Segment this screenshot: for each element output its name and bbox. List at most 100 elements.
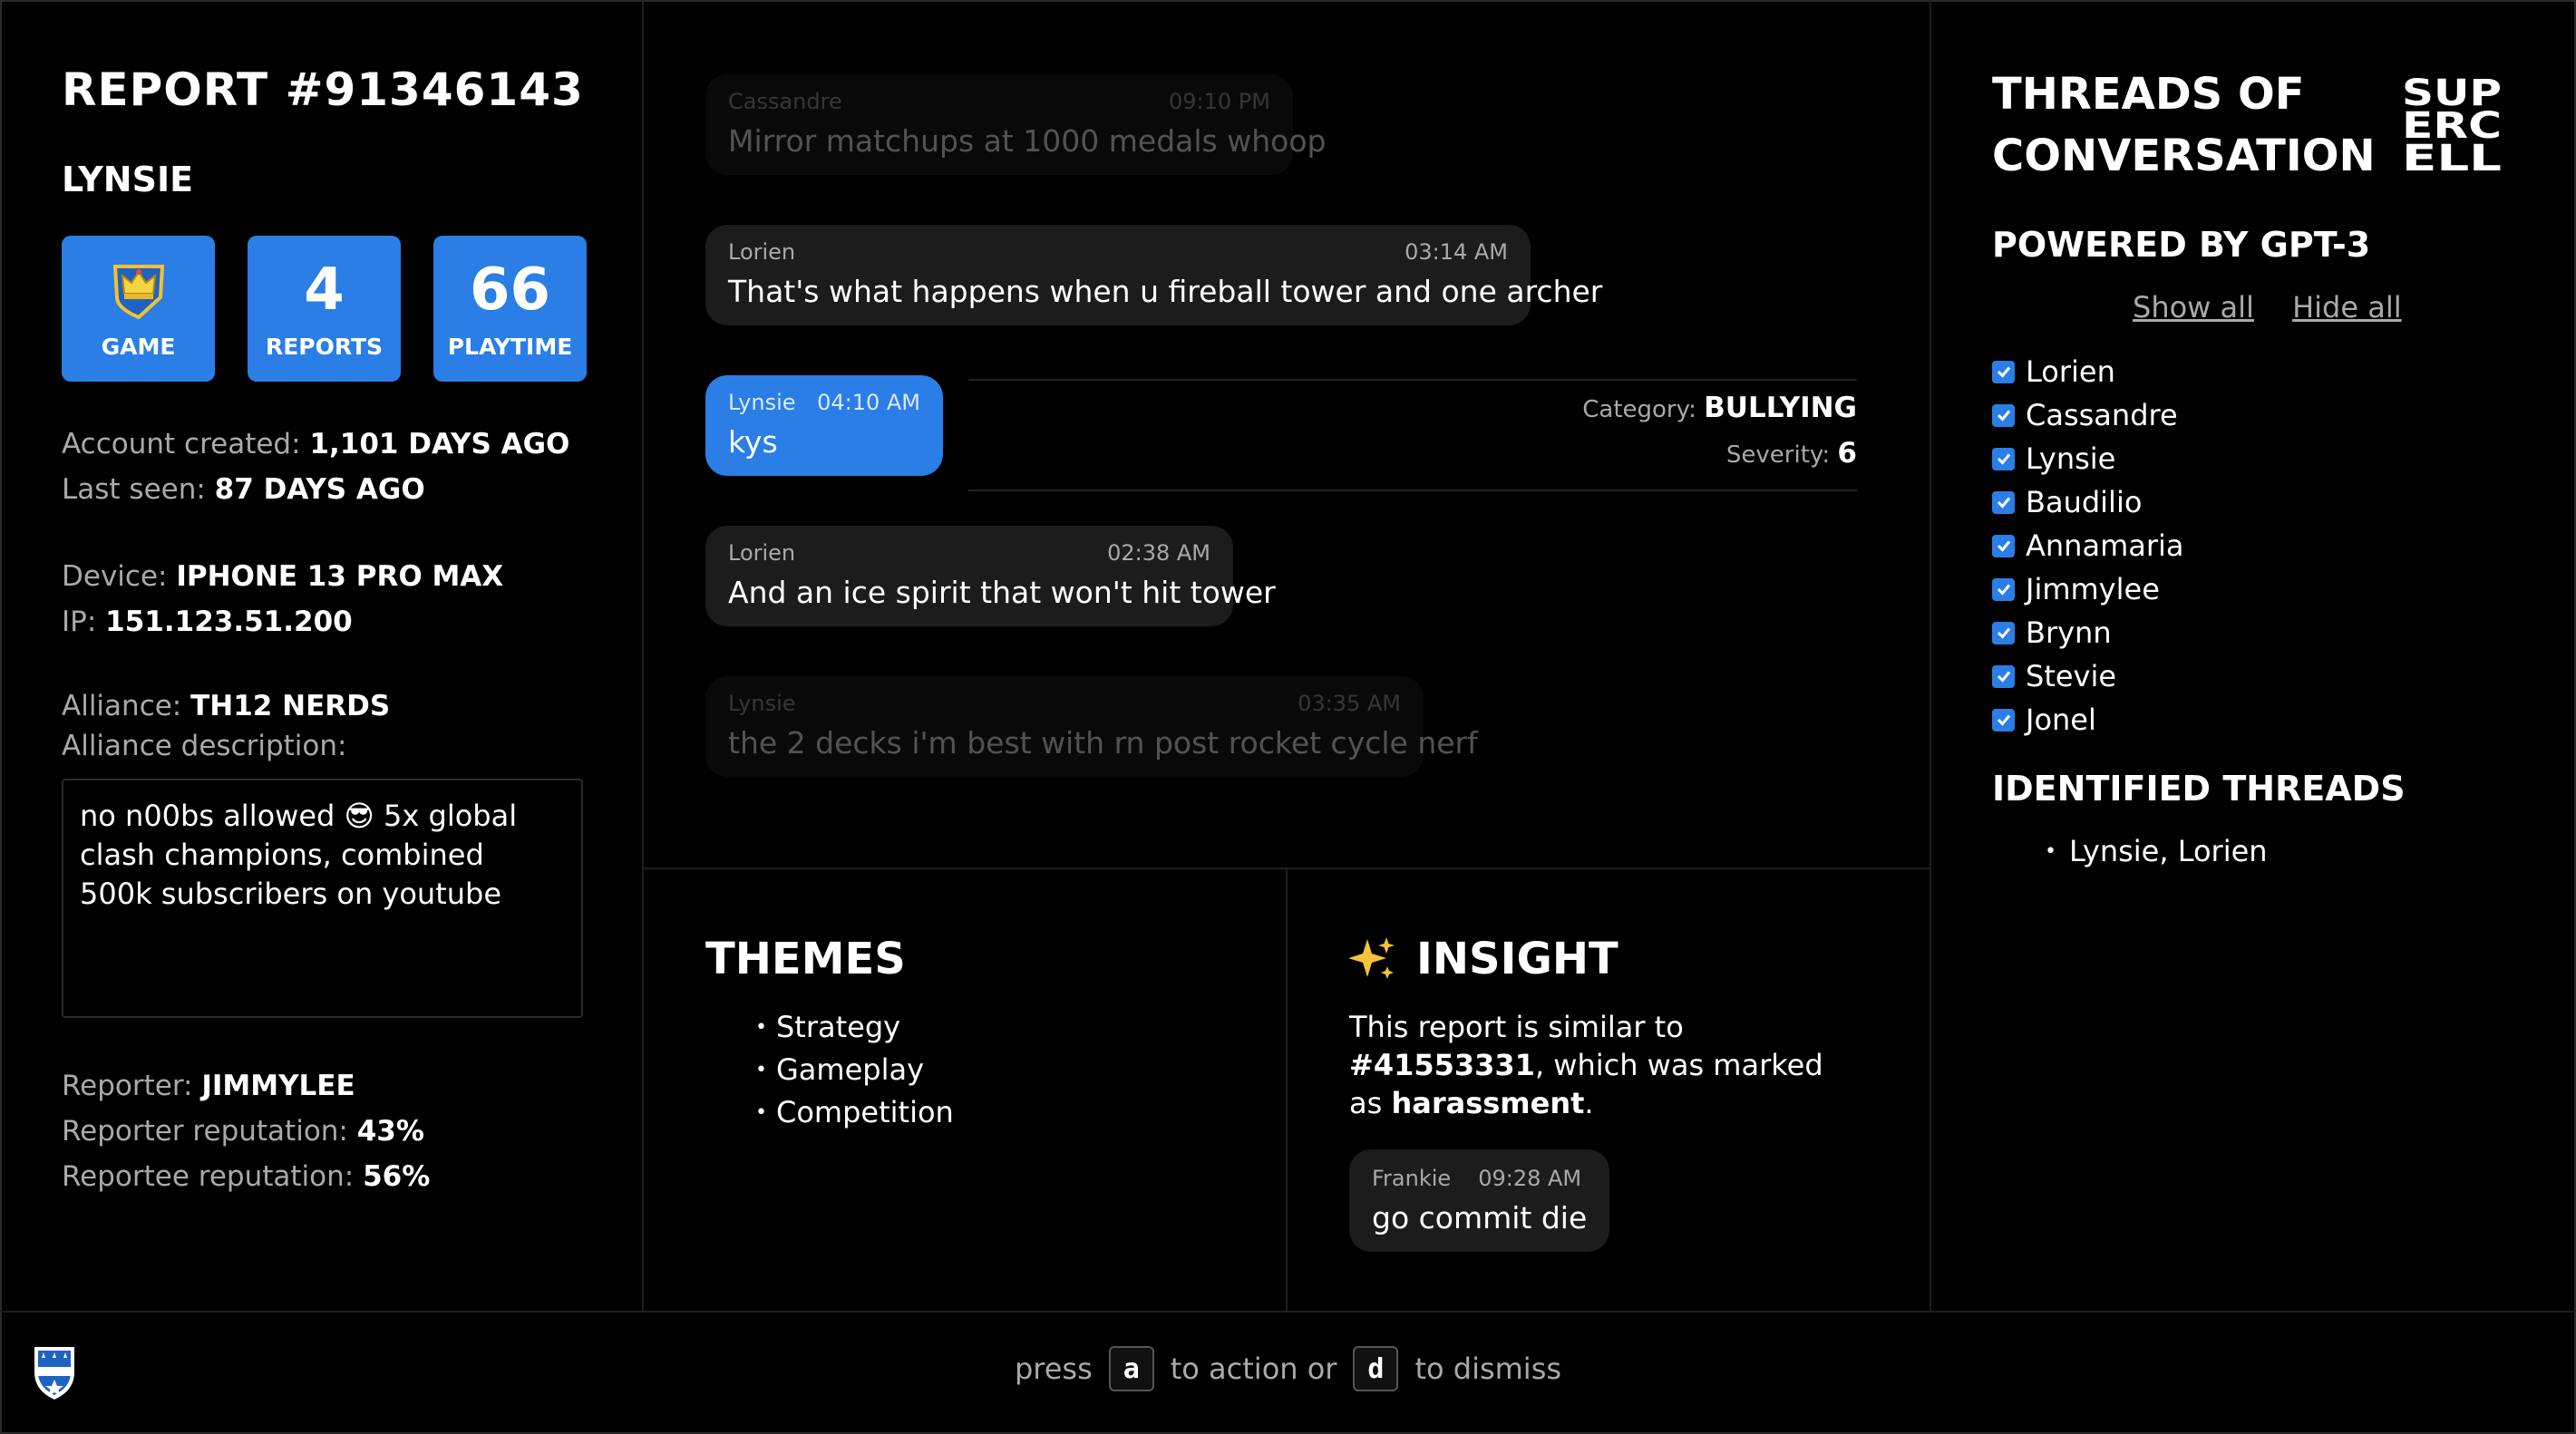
device-value: IPHONE 13 PRO MAX <box>176 560 504 593</box>
checkbox-checked-icon[interactable] <box>1992 447 2015 470</box>
stat-game[interactable]: GAME <box>62 236 215 382</box>
user-checkbox-row[interactable]: Stevie <box>1992 654 2536 698</box>
user-name: Jimmylee <box>2026 572 2160 606</box>
report-panel: REPORT #91346143 LYNSIE GAME 4 REPORTS 6… <box>62 63 606 1199</box>
message-author: Lorien <box>728 540 796 566</box>
theme-item: Strategy <box>755 1008 954 1051</box>
checkbox-checked-icon[interactable] <box>1992 621 2015 644</box>
message-text: kys <box>728 424 778 460</box>
footer-action-text: to action or <box>1170 1352 1337 1386</box>
device-label: Device: <box>62 560 177 593</box>
user-name: Cassandre <box>2026 398 2178 432</box>
thread-item-label: Lynsie, Lorien <box>2068 834 2268 868</box>
checkbox-checked-icon[interactable] <box>1992 664 2015 688</box>
reporter-value: JIMMYLEE <box>201 1070 355 1102</box>
similar-message: Frankie 09:28 AM go commit die <box>1349 1149 1610 1252</box>
ip-value: 151.123.51.200 <box>105 606 353 638</box>
device-info: Device: IPHONE 13 PRO MAX IP: 151.123.51… <box>62 554 606 644</box>
themes-list: Strategy Gameplay Competition <box>755 1008 954 1136</box>
user-name: Lorien <box>2026 354 2115 389</box>
insight-text-part: This report is similar to <box>1349 1010 1684 1044</box>
insight-heading: INSIGHT <box>1349 934 1857 984</box>
user-name: Stevie <box>2026 659 2117 693</box>
checkbox-checked-icon[interactable] <box>1992 403 2015 427</box>
crown-shield-icon <box>112 265 164 319</box>
last-seen-value: 87 DAYS AGO <box>214 473 425 506</box>
message-time: 09:10 PM <box>1169 89 1270 114</box>
category-label: Category: <box>1582 396 1705 423</box>
report-title: REPORT #91346143 <box>62 63 584 116</box>
user-filter-list: Lorien Cassandre Lynsie Baudilio Annamar… <box>1992 350 2536 741</box>
user-checkbox-row[interactable]: Jonel <box>1992 698 2536 741</box>
message-time: 03:35 AM <box>1298 691 1401 716</box>
checkbox-checked-icon[interactable] <box>1992 708 2015 732</box>
user-checkbox-row[interactable]: Brynn <box>1992 611 2536 654</box>
alliance-info: Alliance: TH12 NERDS Alliance descriptio… <box>62 686 606 766</box>
stats-row: GAME 4 REPORTS 66 PLAYTIME <box>62 236 606 382</box>
toggle-links: Show all Hide all <box>1992 290 2536 325</box>
message-author: Frankie <box>1372 1166 1452 1191</box>
hide-all-link[interactable]: Hide all <box>2292 290 2402 325</box>
user-name: Lynsie <box>2026 441 2116 476</box>
message-author: Lynsie <box>728 691 796 716</box>
footer-dismiss-text: to dismiss <box>1414 1352 1562 1386</box>
chat-message[interactable]: Cassandre 09:10 PM Mirror matchups at 100… <box>705 74 1327 175</box>
alliance-value: TH12 NERDS <box>190 690 391 722</box>
stat-reports-label: REPORTS <box>265 334 384 360</box>
similar-report-link[interactable]: #41553331 <box>1349 1048 1535 1082</box>
message-time: 04:10 AM <box>817 390 920 415</box>
user-checkbox-row[interactable]: Jimmylee <box>1992 567 2536 611</box>
checkbox-checked-icon[interactable] <box>1992 360 2015 383</box>
chat-log[interactable]: Cassandre 09:10 PM Mirror matchups at 100… <box>705 74 1857 856</box>
stat-reports[interactable]: 4 REPORTS <box>248 236 401 382</box>
message-time: 03:14 AM <box>1405 239 1508 265</box>
insight-text-part: . <box>1584 1086 1594 1120</box>
flagged-message[interactable]: Lynsie 04:10 AM kys <box>705 375 943 476</box>
last-seen-label: Last seen: <box>62 473 215 506</box>
account-info: Account created: 1,101 DAYS AGO Last see… <box>62 421 606 512</box>
themes-section: THEMES Strategy Gameplay Competition <box>705 934 954 1136</box>
user-checkbox-row[interactable]: Baudilio <box>1992 480 2536 524</box>
message-text: Mirror matchups at 1000 medals whoop <box>728 123 1327 159</box>
insight-text: This report is similar to #41553331, whi… <box>1349 1008 1857 1122</box>
message-text: the 2 decks i'm best with rn post rocket… <box>728 725 1478 761</box>
theme-item: Competition <box>755 1093 954 1136</box>
threads-title: THREADS OF CONVERSATION <box>1992 69 2376 181</box>
user-checkbox-row[interactable]: Lorien <box>1992 350 2536 393</box>
alliance-label: Alliance: <box>62 690 191 722</box>
stat-reports-value: 4 <box>304 257 345 324</box>
category-value: BULLYING <box>1704 392 1857 424</box>
divider-footer <box>0 1311 2576 1313</box>
supercell-logo: SUP ERC ELL <box>2402 74 2502 172</box>
insight-title: INSIGHT <box>1416 934 1619 984</box>
user-checkbox-row[interactable]: Annamaria <box>1992 524 2536 567</box>
thread-item[interactable]: • Lynsie, Lorien <box>2045 834 2536 868</box>
reporter-label: Reporter: <box>62 1070 202 1102</box>
themes-title: THEMES <box>705 934 906 984</box>
chat-message[interactable]: Lynsie 03:35 AM the 2 decks i'm best with… <box>705 676 1478 777</box>
action-key[interactable]: a <box>1108 1346 1154 1391</box>
stat-playtime[interactable]: 66 PLAYTIME <box>433 236 587 382</box>
severity-label: Severity: <box>1725 441 1838 469</box>
svg-text:ELL: ELL <box>2402 138 2502 172</box>
message-author: Lynsie <box>728 390 796 415</box>
user-name: Brynn <box>2026 615 2112 650</box>
dismiss-key[interactable]: d <box>1353 1346 1399 1391</box>
footer-press-text: press <box>1014 1352 1093 1386</box>
stat-playtime-value: 66 <box>469 257 551 324</box>
chat-message[interactable]: Lorien 02:38 AM And an ice spirit that wo… <box>705 526 1276 626</box>
divider-left <box>642 0 644 1311</box>
user-checkbox-row[interactable]: Lynsie <box>1992 437 2536 480</box>
user-name: Annamaria <box>2026 528 2184 563</box>
alliance-desc-label: Alliance description: <box>62 730 347 762</box>
user-checkbox-row[interactable]: Cassandre <box>1992 393 2536 437</box>
checkbox-checked-icon[interactable] <box>1992 490 2015 514</box>
checkbox-checked-icon[interactable] <box>1992 534 2015 557</box>
reported-username: LYNSIE <box>62 160 194 199</box>
checkbox-checked-icon[interactable] <box>1992 577 2015 601</box>
marked-as-value: harassment <box>1391 1086 1585 1120</box>
sparkles-icon <box>1349 937 1395 979</box>
user-name: Jonel <box>2026 702 2096 737</box>
show-all-link[interactable]: Show all <box>2133 290 2254 325</box>
chat-message[interactable]: Lorien 03:14 AM That's what happens when … <box>705 225 1602 325</box>
